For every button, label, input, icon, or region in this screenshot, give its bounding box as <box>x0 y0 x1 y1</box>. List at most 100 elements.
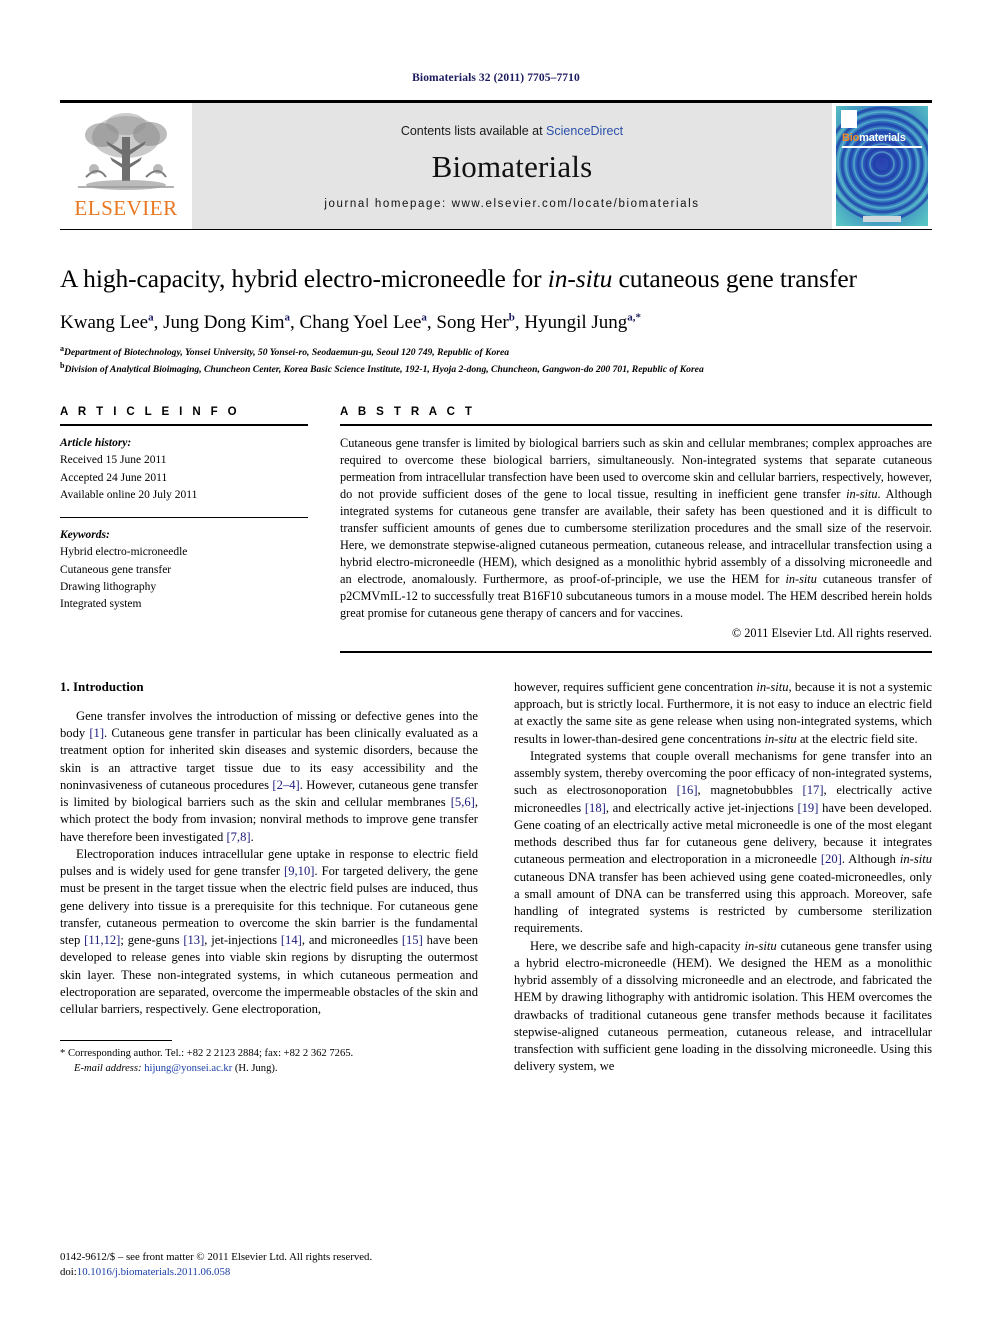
title-block: A high-capacity, hybrid electro-micronee… <box>60 264 932 376</box>
text-seg: , jet-injections <box>204 933 281 948</box>
author-name: Kwang Lee <box>60 311 149 333</box>
abstract-seg: Cutaneous gene transfer is limited by bi… <box>340 436 932 502</box>
masthead-bottom-rule <box>60 229 932 230</box>
running-head: Biomaterials 32 (2011) 7705–7710 <box>412 72 580 84</box>
citation-ref[interactable]: [13] <box>183 933 204 947</box>
keyword-item: Integrated system <box>60 598 142 611</box>
author-sep: , <box>290 311 300 333</box>
citation-ref[interactable]: [17] <box>803 783 824 797</box>
article-history-label: Article history: <box>60 437 132 450</box>
author-affiliation-mark: a,* <box>627 311 642 324</box>
page-footer: 0142-9612/$ – see front matter © 2011 El… <box>60 1250 478 1281</box>
journal-cover-thumbnail: Biomaterials <box>836 106 928 226</box>
journal-homepage-link[interactable]: journal homepage: www.elsevier.com/locat… <box>324 198 699 210</box>
title-italic: in-situ <box>547 264 613 293</box>
citation-ref[interactable]: [16] <box>677 783 698 797</box>
text-italic: in-situ <box>756 679 789 694</box>
paragraph: Electroporation induces intracellular ge… <box>60 846 478 1019</box>
text-seg: , and microneedles <box>301 933 402 948</box>
keyword-item: Drawing lithography <box>60 580 157 593</box>
text-seg: cutaneous DNA transfer has been achieved… <box>514 869 932 936</box>
text-italic: in-situ <box>744 938 777 953</box>
cover-title-underline <box>842 146 922 148</box>
author: Kwang Leea, <box>60 311 163 333</box>
contents-prefix: Contents lists available at <box>400 124 547 138</box>
footnote-text: Corresponding author. Tel.: +82 2 2123 2… <box>65 1047 354 1059</box>
text-seg: , magnetobubbles <box>697 783 803 798</box>
text-seg: Here, we describe safe and high-capacity <box>530 938 745 953</box>
citation-ref[interactable]: [15] <box>402 933 423 947</box>
body-columns: 1. Introduction Gene transfer involves t… <box>60 679 932 1076</box>
text-seg: at the electric field site. <box>796 731 918 746</box>
sciencedirect-link[interactable]: ScienceDirect <box>546 124 623 138</box>
cover-title-rest: materials <box>859 132 906 144</box>
citation-ref[interactable]: [20] <box>821 852 842 866</box>
citation-ref[interactable]: [19] <box>797 801 818 815</box>
keywords-label: Keywords: <box>60 529 110 542</box>
doi-link[interactable]: 10.1016/j.biomaterials.2011.06.058 <box>77 1266 230 1278</box>
keyword-item: Cutaneous gene transfer <box>60 563 172 576</box>
text-seg: . Although <box>841 852 900 867</box>
info-abstract-section: A R T I C L E I N F O Article history: R… <box>60 406 932 653</box>
divider <box>60 517 308 519</box>
elsevier-logo: ELSEVIER <box>60 103 192 229</box>
author: Chang Yoel Leea, <box>299 311 437 333</box>
footnote-area: * Corresponding author. Tel.: +82 2 2123… <box>60 1039 478 1076</box>
article-info-column: A R T I C L E I N F O Article history: R… <box>60 406 308 653</box>
article-history-item: Accepted 24 June 2011 <box>60 471 168 484</box>
citation-ref[interactable]: [7,8] <box>226 830 250 844</box>
title-part-2: cutaneous gene transfer <box>612 264 858 293</box>
issn-line: 0142-9612/$ – see front matter © 2011 El… <box>60 1250 373 1263</box>
text-italic: in-situ <box>764 731 797 746</box>
cover-journal-title: Biomaterials <box>842 132 906 144</box>
journal-masthead: ELSEVIER Contents lists available at Sci… <box>60 100 932 229</box>
email-link[interactable]: hijung@yonsei.ac.kr <box>144 1063 232 1074</box>
author-name: Jung Dong Kim <box>163 311 285 333</box>
citation-ref[interactable]: [9,10] <box>284 864 314 878</box>
section-title-introduction: 1. Introduction <box>60 678 144 694</box>
citation-ref[interactable]: [2–4] <box>272 778 299 792</box>
citation-ref[interactable]: [11,12] <box>84 933 120 947</box>
page-title: A high-capacity, hybrid electro-micronee… <box>60 264 932 295</box>
footnote-divider <box>60 1039 172 1041</box>
text-seg: cutaneous gene transfer using a hybrid e… <box>514 938 932 1074</box>
author: Song Herb, <box>436 311 524 333</box>
citation-ref[interactable]: [14] <box>281 933 302 947</box>
journal-title: Biomaterials <box>431 149 593 184</box>
keyword-item: Hybrid electro-microneedle <box>60 546 188 559</box>
journal-cover-cell: Biomaterials <box>832 103 932 229</box>
author-name: Hyungil Jung <box>524 311 628 333</box>
right-column: however, requires sufficient gene concen… <box>514 679 932 1076</box>
abstract-italic: in-situ <box>846 487 878 502</box>
text-seg: , and electrically active jet-injections <box>605 800 798 815</box>
affiliation: bDivision of Analytical Bioimaging, Chun… <box>60 360 932 376</box>
divider <box>340 650 932 653</box>
citation-ref[interactable]: [18] <box>585 801 606 815</box>
abstract-italic: in-situ <box>785 571 817 586</box>
elsevier-tree-icon <box>78 113 174 190</box>
cover-elsevier-mark <box>841 110 857 128</box>
paragraph: Gene transfer involves the introduction … <box>60 708 478 846</box>
divider <box>60 424 308 427</box>
title-part-1: A high-capacity, hybrid electro-micronee… <box>60 264 548 293</box>
paragraph: Integrated systems that couple overall m… <box>514 748 932 938</box>
author: Hyungil Junga,* <box>524 311 642 333</box>
text-seg: however, requires sufficient gene concen… <box>514 679 757 694</box>
citation-ref[interactable]: [5,6] <box>451 795 475 809</box>
author: Jung Dong Kima, <box>163 311 300 333</box>
divider <box>340 424 932 427</box>
doi-line: doi:10.1016/j.biomaterials.2011.06.058 <box>60 1265 478 1281</box>
paragraph: Here, we describe safe and high-capacity… <box>514 938 932 1076</box>
abstract-column: A B S T R A C T Cutaneous gene transfer … <box>340 406 932 653</box>
affiliation-text: Division of Analytical Bioimaging, Chunc… <box>64 363 704 375</box>
cover-title-bio: Bio <box>842 132 860 144</box>
author-name: Chang Yoel Lee <box>299 311 422 333</box>
citation-ref[interactable]: [1] <box>89 726 104 740</box>
author-name: Song Her <box>436 311 509 333</box>
corresponding-author-note: * Corresponding author. Tel.: +82 2 2123… <box>60 1046 478 1061</box>
doi-label: doi: <box>60 1266 77 1279</box>
affiliation-text: Department of Biotechnology, Yonsei Univ… <box>64 347 510 359</box>
article-history-item: Available online 20 July 2011 <box>60 488 198 501</box>
author-list: Kwang Leea, Jung Dong Kima, Chang Yoel L… <box>60 311 932 335</box>
text-italic: in-situ <box>899 852 933 867</box>
